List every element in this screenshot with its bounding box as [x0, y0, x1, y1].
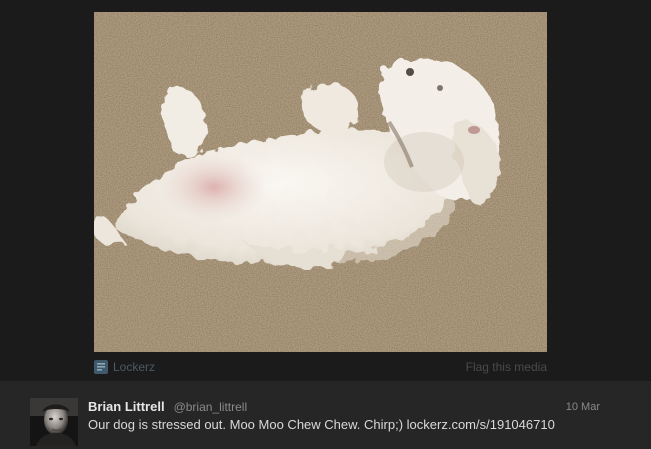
tweet-text: Our dog is stressed out. Moo Moo Chew Ch… — [88, 417, 618, 432]
tweet: Brian Littrell @brian_littrell 10 Mar Ou… — [0, 381, 651, 449]
lockerz-icon — [94, 360, 108, 374]
media-source-label: Lockerz — [113, 360, 156, 374]
tweet-body: Our dog is stressed out. Moo Moo Chew Ch… — [88, 417, 404, 432]
avatar[interactable] — [30, 398, 78, 446]
author-name[interactable]: Brian Littrell — [88, 399, 165, 414]
author-handle[interactable]: @brian_littrell — [174, 400, 248, 414]
tweet-timestamp[interactable]: 10 Mar — [566, 401, 600, 413]
flag-media-link[interactable]: Flag this media — [466, 358, 547, 376]
media-source-bar: Lockerz Flag this media — [94, 358, 547, 376]
media-photo[interactable] — [94, 12, 547, 352]
tweet-link[interactable]: lockerz.com/s/191046710 — [407, 417, 555, 432]
media-viewer: Lockerz Flag this media Brian Littrell @… — [0, 0, 651, 449]
media-source-link[interactable]: Lockerz — [94, 358, 155, 376]
media-panel: Lockerz Flag this media — [0, 0, 651, 381]
tweet-author-row: Brian Littrell @brian_littrell — [88, 399, 247, 417]
